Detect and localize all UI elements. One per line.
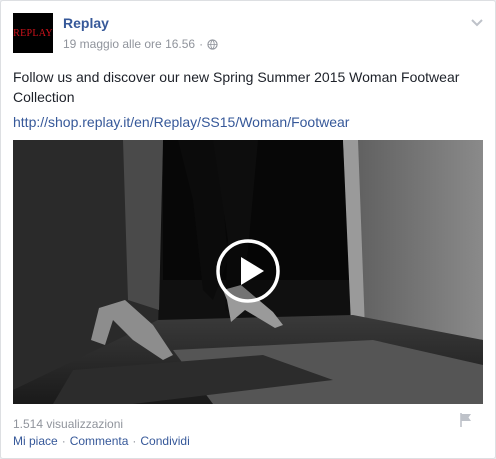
- meta-separator: ·: [199, 37, 204, 51]
- post-message: Follow us and discover our new Spring Su…: [13, 69, 460, 105]
- logo-text: REPLAY: [13, 27, 53, 39]
- post-meta: 19 maggio alle ore 16.56 ·: [63, 37, 218, 51]
- comment-link[interactable]: Commenta: [70, 434, 129, 448]
- page-name-link[interactable]: Replay: [63, 15, 109, 31]
- video-player[interactable]: [13, 140, 483, 404]
- post-link[interactable]: http://shop.replay.it/en/Replay/SS15/Wom…: [13, 112, 349, 132]
- view-count: 1.514 visualizzazioni: [13, 417, 124, 431]
- action-separator: ·: [61, 434, 66, 448]
- flag-icon[interactable]: [459, 412, 473, 428]
- post-card: REPLAY Replay 19 maggio alle ore 16.56 ·…: [0, 0, 496, 459]
- globe-icon[interactable]: [207, 38, 218, 50]
- page-avatar[interactable]: REPLAY: [13, 13, 53, 53]
- post-timestamp[interactable]: 19 maggio alle ore 16.56: [63, 37, 195, 51]
- play-icon[interactable]: [216, 239, 280, 303]
- action-bar: Mi piace · Commenta · Condividi: [13, 434, 190, 448]
- action-separator: ·: [132, 434, 137, 448]
- share-link[interactable]: Condividi: [140, 434, 189, 448]
- like-link[interactable]: Mi piace: [13, 434, 58, 448]
- chevron-down-icon[interactable]: [469, 15, 485, 31]
